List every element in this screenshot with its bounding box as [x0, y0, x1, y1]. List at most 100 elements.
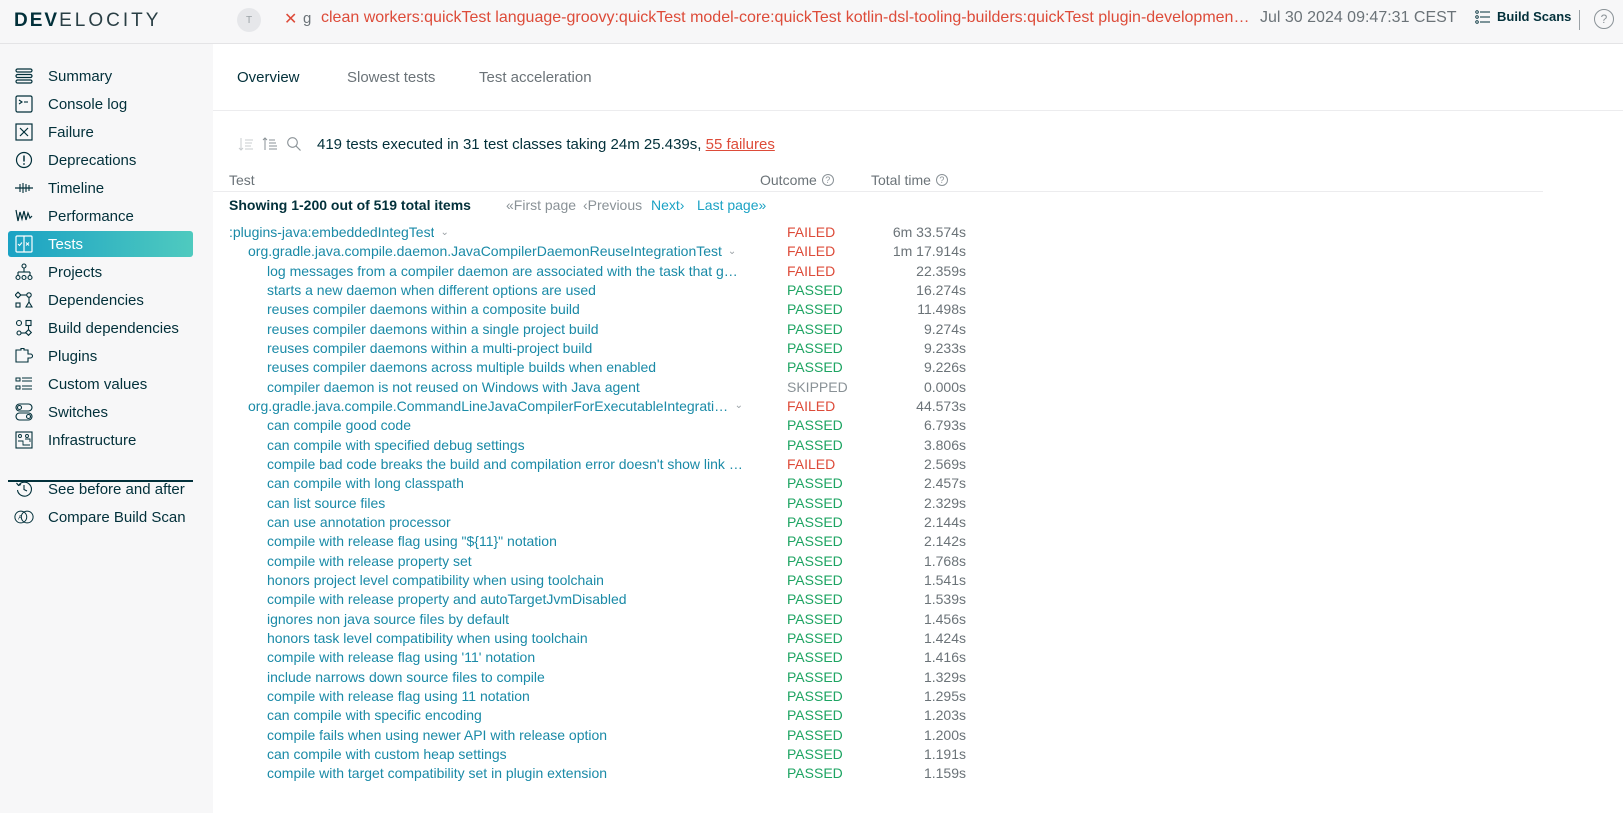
- test-name-link[interactable]: can compile with specific encoding: [267, 707, 482, 723]
- test-name-link[interactable]: org.gradle.java.compile.CommandLineJavaC…: [248, 398, 743, 414]
- test-case-row[interactable]: compile with release flag using 11 notat…: [213, 688, 973, 707]
- test-name-link[interactable]: compile bad code breaks the build and co…: [267, 456, 743, 472]
- test-name-link[interactable]: :plugins-java:embeddedIntegTest ⌄: [229, 224, 449, 240]
- test-case-row[interactable]: ignores non java source files by default…: [213, 611, 973, 630]
- test-name-link[interactable]: reuses compiler daemons within a composi…: [267, 301, 580, 317]
- tab-test-acceleration[interactable]: Test acceleration: [479, 69, 592, 86]
- column-header-total-time[interactable]: Total time?: [871, 172, 948, 188]
- sidebar-item-projects[interactable]: Projects: [8, 259, 193, 285]
- sidebar-item-build-dependencies[interactable]: Build dependencies: [8, 315, 193, 341]
- next-page-button[interactable]: Next›: [651, 197, 684, 213]
- sidebar-item-plugins[interactable]: Plugins: [8, 343, 193, 369]
- first-page-button[interactable]: «First page: [506, 197, 576, 213]
- test-case-row[interactable]: can compile good code PASSED 6.793s: [213, 417, 973, 436]
- chevron-down-icon[interactable]: ⌄: [440, 227, 448, 238]
- sidebar-item-switches[interactable]: Switches: [8, 399, 193, 425]
- sidebar-item-performance[interactable]: Performance: [8, 203, 193, 229]
- test-name-link[interactable]: reuses compiler daemons within a single …: [267, 321, 599, 337]
- test-name: honors task level compatibility when usi…: [267, 629, 588, 646]
- test-case-row[interactable]: starts a new daemon when different optio…: [213, 282, 973, 301]
- test-case-row[interactable]: compile with target compatibility set in…: [213, 765, 973, 784]
- develocity-logo[interactable]: DEVELOCITY: [14, 10, 161, 32]
- test-case-row[interactable]: can compile with specified debug setting…: [213, 437, 973, 456]
- test-name-link[interactable]: starts a new daemon when different optio…: [267, 282, 596, 298]
- gradle-icon: g: [303, 10, 312, 27]
- help-icon[interactable]: ?: [1594, 9, 1614, 29]
- sort-ascending-icon[interactable]: [261, 135, 279, 153]
- chevron-down-icon[interactable]: ⌄: [735, 400, 743, 411]
- test-case-row[interactable]: honors task level compatibility when usi…: [213, 630, 973, 649]
- test-case-row[interactable]: include narrows down source files to com…: [213, 669, 973, 688]
- search-icon[interactable]: [285, 135, 303, 153]
- test-name-link[interactable]: reuses compiler daemons across multiple …: [267, 359, 656, 375]
- sidebar-item-custom-values[interactable]: Custom values: [8, 371, 193, 397]
- test-name-link[interactable]: compile with release flag using "${11}" …: [267, 533, 557, 549]
- test-name-link[interactable]: can compile with long classpath: [267, 475, 464, 491]
- test-case-row[interactable]: can compile with custom heap settings PAS…: [213, 746, 973, 765]
- tab-slowest-tests[interactable]: Slowest tests: [347, 69, 435, 86]
- test-name-link[interactable]: org.gradle.java.compile.daemon.JavaCompi…: [248, 243, 736, 259]
- test-task-row[interactable]: :plugins-java:embeddedIntegTest ⌄ FAILED 6m…: [213, 224, 973, 243]
- test-case-row[interactable]: can use annotation processor PASSED 2.144s: [213, 514, 973, 533]
- test-case-row[interactable]: reuses compiler daemons across multiple …: [213, 359, 973, 378]
- test-case-row[interactable]: reuses compiler daemons within a single …: [213, 321, 973, 340]
- user-avatar[interactable]: T: [237, 8, 261, 32]
- test-class-row[interactable]: org.gradle.java.compile.CommandLineJavaC…: [213, 398, 973, 417]
- test-name-link[interactable]: compiler daemon is not reused on Windows…: [267, 379, 640, 395]
- test-name-link[interactable]: ignores non java source files by default: [267, 611, 509, 627]
- test-name-link[interactable]: include narrows down source files to com…: [267, 669, 545, 685]
- test-case-row[interactable]: log messages from a compiler daemon are …: [213, 263, 973, 282]
- sidebar-item-failure[interactable]: Failure: [8, 119, 193, 145]
- sidebar-item-console-log[interactable]: Console log: [8, 91, 193, 117]
- test-name-link[interactable]: compile with release flag using '11' not…: [267, 649, 535, 665]
- failures-link[interactable]: 55 failures: [706, 136, 775, 153]
- previous-page-button[interactable]: ‹Previous: [583, 197, 642, 213]
- test-case-row[interactable]: compile with release flag using "${11}" …: [213, 533, 973, 552]
- outcome-help-icon[interactable]: ?: [821, 174, 834, 186]
- test-case-row[interactable]: compile bad code breaks the build and co…: [213, 456, 973, 475]
- column-header-outcome[interactable]: Outcome?: [760, 172, 834, 188]
- test-case-row[interactable]: compiler daemon is not reused on Windows…: [213, 379, 973, 398]
- test-case-row[interactable]: reuses compiler daemons within a composi…: [213, 301, 973, 320]
- sidebar-item-tests[interactable]: Tests: [8, 231, 193, 257]
- test-name-link[interactable]: honors project level compatibility when …: [267, 572, 604, 588]
- test-name-link[interactable]: honors task level compatibility when usi…: [267, 630, 588, 646]
- test-name-link[interactable]: compile with release flag using 11 notat…: [267, 688, 530, 704]
- test-name-link[interactable]: can use annotation processor: [267, 514, 451, 530]
- test-name-link[interactable]: compile with release property and autoTa…: [267, 591, 627, 607]
- column-header-test[interactable]: Test: [229, 172, 255, 188]
- test-name-link[interactable]: compile fails when using newer API with …: [267, 727, 607, 743]
- test-case-row[interactable]: compile with release property and autoTa…: [213, 591, 973, 610]
- test-name-link[interactable]: reuses compiler daemons within a multi-p…: [267, 340, 592, 356]
- test-name-link[interactable]: can compile good code: [267, 417, 411, 433]
- sort-descending-icon[interactable]: [237, 135, 255, 153]
- test-case-row[interactable]: compile with release flag using '11' not…: [213, 649, 973, 668]
- test-name-link[interactable]: can compile with custom heap settings: [267, 746, 507, 762]
- test-case-row[interactable]: can compile with long classpath PASSED 2.4…: [213, 475, 973, 494]
- total-time-value: 1.541s: [923, 571, 966, 588]
- sidebar-item-compare-build-scan[interactable]: A Compare Build Scan: [8, 504, 193, 530]
- test-name-link[interactable]: compile with release property set: [267, 553, 472, 569]
- test-name-link[interactable]: can list source files: [267, 495, 385, 511]
- test-case-row[interactable]: compile fails when using newer API with …: [213, 727, 973, 746]
- build-scans-link[interactable]: Build Scans: [1475, 9, 1571, 24]
- sidebar-item-dependencies[interactable]: Dependencies: [8, 287, 193, 313]
- last-page-button[interactable]: Last page»: [697, 197, 766, 213]
- sidebar-item-summary[interactable]: Summary: [8, 63, 193, 89]
- sidebar-item-see-before-and-after[interactable]: See before and after: [8, 476, 193, 502]
- tab-overview[interactable]: Overview: [237, 69, 300, 86]
- sidebar-item-deprecations[interactable]: Deprecations: [8, 147, 193, 173]
- test-case-row[interactable]: compile with release property set PASSED 1…: [213, 553, 973, 572]
- test-case-row[interactable]: honors project level compatibility when …: [213, 572, 973, 591]
- test-name-link[interactable]: log messages from a compiler daemon are …: [267, 263, 743, 279]
- sidebar-item-infrastructure[interactable]: Infrastructure: [8, 427, 193, 453]
- test-case-row[interactable]: can list source files PASSED 2.329s: [213, 495, 973, 514]
- sidebar-item-timeline[interactable]: Timeline: [8, 175, 193, 201]
- total-time-help-icon[interactable]: ?: [935, 174, 948, 186]
- test-name-link[interactable]: can compile with specified debug setting…: [267, 437, 525, 453]
- test-case-row[interactable]: can compile with specific encoding PASSED…: [213, 707, 973, 726]
- chevron-down-icon[interactable]: ⌄: [728, 246, 736, 257]
- test-name-link[interactable]: compile with target compatibility set in…: [267, 765, 607, 781]
- test-class-row[interactable]: org.gradle.java.compile.daemon.JavaCompi…: [213, 243, 973, 262]
- test-case-row[interactable]: reuses compiler daemons within a multi-p…: [213, 340, 973, 359]
